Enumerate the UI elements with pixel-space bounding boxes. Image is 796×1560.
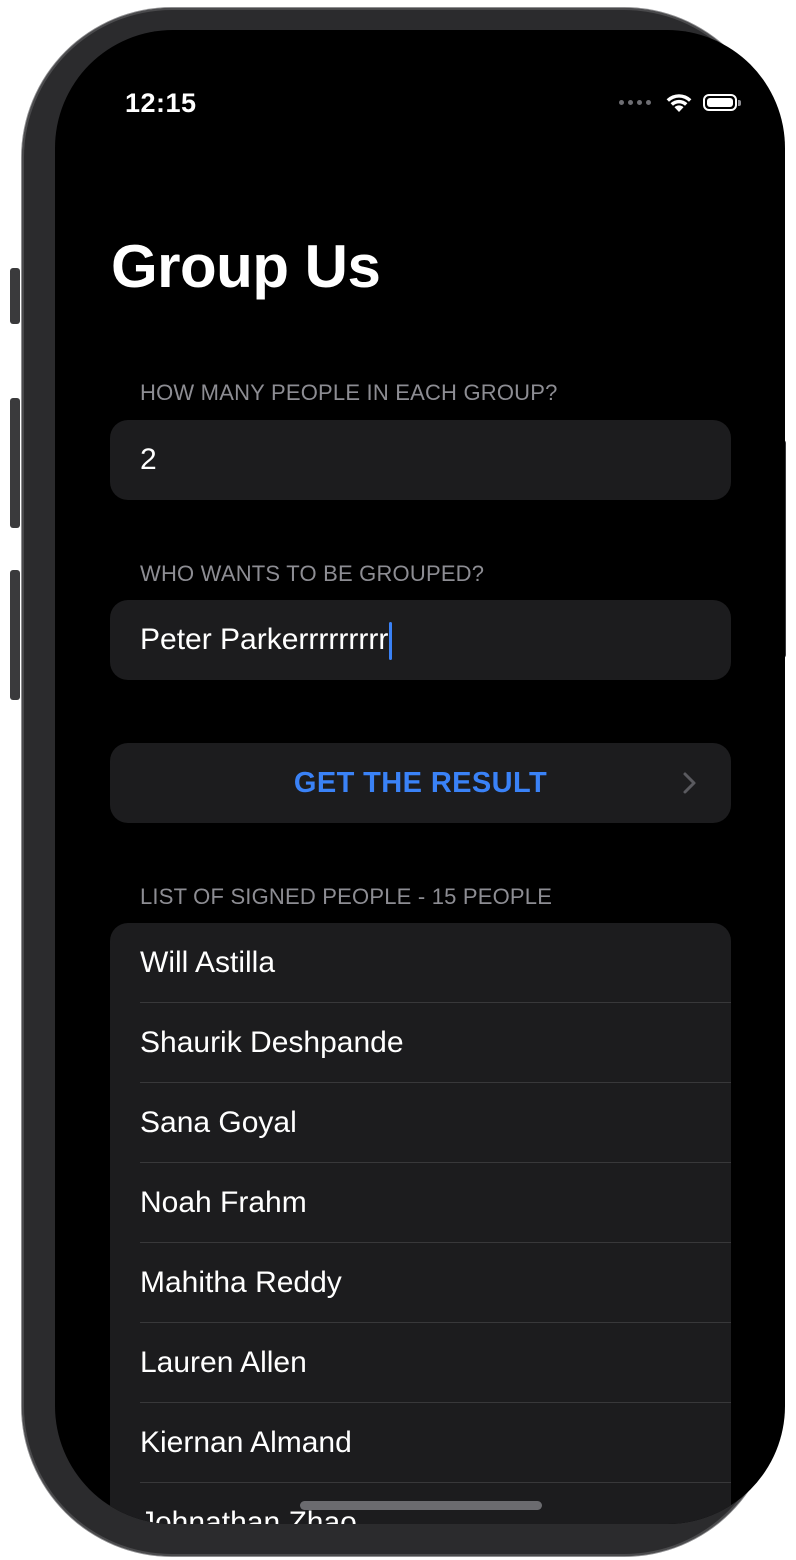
person-name: Shaurik Deshpande [140, 1026, 404, 1059]
name-input[interactable]: Peter Parkerrrrrrrrr [140, 600, 393, 680]
list-item[interactable]: Will Astilla [110, 923, 731, 1003]
status-time: 12:15 [125, 88, 197, 118]
wifi-icon [666, 94, 692, 112]
person-name: Kiernan Almand [140, 1426, 352, 1459]
people-list-header: LIST OF SIGNED PEOPLE - 15 PEOPLE [140, 884, 553, 909]
volume-up-button [10, 398, 20, 528]
person-name: Noah Frahm [140, 1186, 307, 1219]
status-icons [619, 92, 741, 113]
list-item[interactable]: Kiernan Almand [110, 1403, 731, 1483]
battery-level [707, 98, 733, 107]
name-field-header: WHO WANTS TO BE GROUPED? [140, 561, 485, 586]
person-name: Will Astilla [140, 946, 276, 979]
name-field[interactable]: Peter Parkerrrrrrrrr [110, 600, 731, 680]
person-name: Lauren Allen [140, 1346, 307, 1379]
group-size-header: HOW MANY PEOPLE IN EACH GROUP? [140, 380, 558, 405]
get-result-button[interactable]: GET THE RESULT [110, 743, 731, 823]
list-item[interactable]: Mahitha Reddy [110, 1243, 731, 1323]
battery-icon [703, 94, 741, 111]
people-list: Will Astilla Shaurik Deshpande Sana Goya… [110, 923, 731, 1524]
group-size-field[interactable]: 2 [110, 420, 731, 500]
name-input-value: Peter Parkerrrrrrrrr [140, 623, 389, 656]
get-result-label: GET THE RESULT [293, 767, 548, 799]
person-name: Mahitha Reddy [140, 1266, 342, 1299]
list-item[interactable]: Shaurik Deshpande [110, 1003, 731, 1083]
home-indicator[interactable] [300, 1501, 542, 1510]
text-cursor [389, 622, 393, 661]
volume-down-button [10, 570, 20, 700]
person-name: Sana Goyal [140, 1106, 297, 1139]
mute-switch [10, 268, 20, 324]
phone-frame: 12:15 Group Us HOW MANY PEOPLE IN EACH G… [10, 8, 786, 1556]
list-item[interactable]: Sana Goyal [110, 1083, 731, 1163]
chevron-right-icon [683, 772, 696, 794]
screen: 12:15 Group Us HOW MANY PEOPLE IN EACH G… [55, 30, 785, 1524]
cellular-dots-icon [619, 100, 651, 105]
list-item[interactable]: Lauren Allen [110, 1323, 731, 1403]
list-item[interactable]: Noah Frahm [110, 1163, 731, 1243]
group-size-value[interactable]: 2 [140, 420, 157, 500]
page-title: Group Us [111, 233, 381, 300]
